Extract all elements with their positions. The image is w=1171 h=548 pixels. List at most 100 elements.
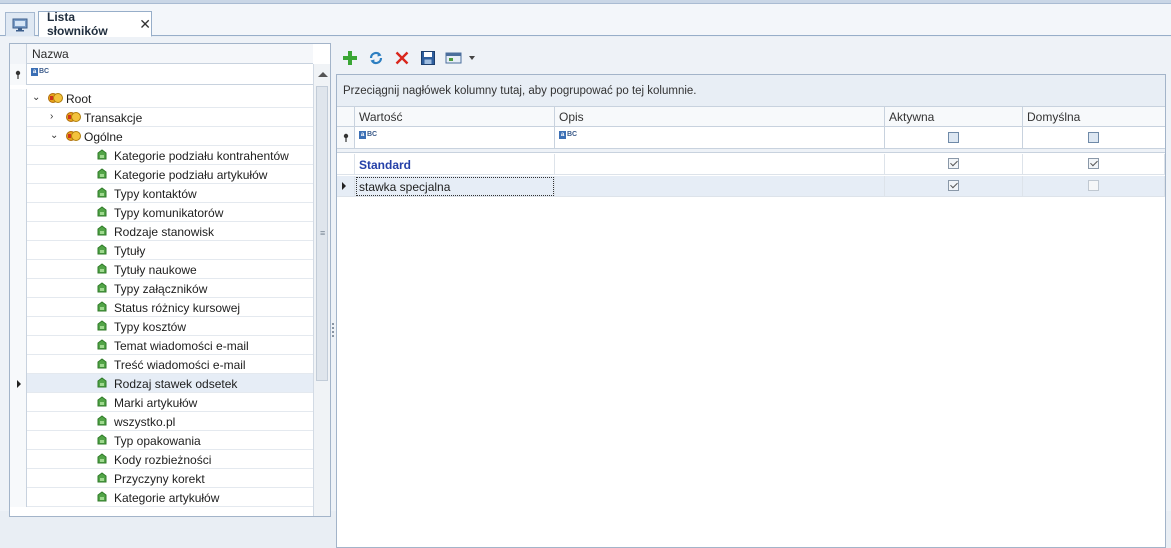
tree-item-label: Tytuły — [114, 244, 146, 258]
tree-item[interactable]: Kody rozbieżności — [10, 450, 313, 469]
tree-item[interactable]: Tytuły naukowe — [10, 260, 313, 279]
row-indicator — [10, 355, 27, 374]
tree-item-label: Rodzaje stanowisk — [114, 225, 215, 239]
table-row[interactable]: Standard — [337, 154, 1165, 175]
home-tab[interactable] — [5, 12, 35, 36]
grid-separator — [337, 149, 1165, 153]
refresh-button[interactable] — [367, 49, 385, 67]
tree-item[interactable]: › Transakcje — [10, 108, 313, 127]
filter-aktywna[interactable] — [885, 127, 1023, 148]
add-icon — [343, 51, 357, 65]
column-header-domyslna[interactable]: Domyślna — [1023, 107, 1165, 126]
tree-item[interactable]: Przyczyny korekt — [10, 469, 313, 488]
tree-item-label: Marki artykułów — [114, 396, 198, 410]
default-checkbox[interactable] — [1088, 158, 1099, 169]
dictionary-leaf-icon — [96, 187, 108, 202]
tree-item[interactable]: Rodzaj stawek odsetek — [10, 374, 313, 393]
tree-filter-row[interactable]: a BC — [10, 64, 313, 85]
cell-opis[interactable] — [555, 154, 885, 175]
chevron-down-icon[interactable]: ⌄ — [50, 130, 58, 141]
tree-item[interactable]: Typy komunikatorów — [10, 203, 313, 222]
tab-lista-slownikow[interactable]: Lista słowników ✕ — [38, 10, 152, 38]
tree-item[interactable]: Typ opakowania — [10, 431, 313, 450]
tree-item[interactable]: Typy załączników — [10, 279, 313, 298]
column-header-aktywna[interactable]: Aktywna — [885, 107, 1023, 126]
scroll-thumb[interactable]: ≡ — [316, 86, 328, 381]
cell-domyslna[interactable] — [1023, 176, 1165, 197]
tree-item[interactable]: ⌄ Ogólne — [10, 127, 313, 146]
save-button[interactable] — [419, 49, 437, 67]
text-filter-icon: a BC — [559, 131, 578, 139]
cell-aktywna[interactable] — [885, 154, 1023, 175]
dictionary-leaf-icon — [96, 415, 108, 430]
chevron-right-icon[interactable]: › — [50, 111, 53, 122]
tree-item[interactable]: Kategorie artykułów — [10, 488, 313, 507]
dictionary-tree-panel: Nazwa a BC ⌄ Root › Transakcje ⌄ Ogólne Kategor… — [9, 43, 331, 517]
filter-checkbox[interactable] — [948, 132, 959, 143]
dictionary-leaf-icon — [96, 453, 108, 468]
tree-item-label: Tytuły naukowe — [114, 263, 197, 277]
cell-domyslna[interactable] — [1023, 154, 1165, 175]
row-indicator — [10, 317, 27, 336]
tree-item[interactable]: ⌄ Root — [10, 89, 313, 108]
tree-item[interactable]: Marki artykułów — [10, 393, 313, 412]
view-options-button[interactable] — [445, 49, 479, 67]
grid-header-row: Wartość Opis Aktywna Domyślna — [337, 107, 1165, 127]
column-header-wartosc[interactable]: Wartość — [355, 107, 555, 126]
tree-item[interactable]: Treść wiadomości e-mail — [10, 355, 313, 374]
tree-item[interactable]: wszystko.pl — [10, 412, 313, 431]
add-button[interactable] — [341, 49, 359, 67]
refresh-icon — [369, 51, 383, 65]
row-indicator — [10, 469, 27, 488]
text-filter-icon: a BC — [31, 68, 50, 76]
tree-item-label: Kategorie podziału artykułów — [114, 168, 268, 182]
tree-scrollbar[interactable]: ≡ — [313, 64, 330, 516]
table-row[interactable]: stawka specjalna — [337, 176, 1165, 197]
column-label: Aktywna — [889, 110, 935, 124]
tree-item[interactable]: Rodzaje stanowisk — [10, 222, 313, 241]
tree-item[interactable]: Typy kosztów — [10, 317, 313, 336]
tree-item-label: Kategorie artykułów — [114, 491, 220, 505]
monitor-icon — [12, 18, 28, 31]
cell-wartosc[interactable]: stawka specjalna — [355, 176, 555, 197]
header-indicator — [337, 107, 355, 126]
tree-item[interactable]: Typy kontaktów — [10, 184, 313, 203]
dictionary-leaf-icon — [96, 225, 108, 240]
row-indicator — [10, 393, 27, 412]
filter-domyslna[interactable] — [1023, 127, 1165, 148]
filter-opis[interactable]: a BC — [555, 127, 885, 148]
tree-item[interactable]: Status różnicy kursowej — [10, 298, 313, 317]
tree-item-label: Kategorie podziału kontrahentów — [114, 149, 289, 163]
cell-aktywna[interactable] — [885, 176, 1023, 197]
scroll-up-icon[interactable] — [318, 72, 328, 77]
tree-column-header[interactable]: Nazwa — [10, 44, 313, 64]
close-icon[interactable]: ✕ — [139, 16, 151, 33]
work-area: Nazwa a BC ⌄ Root › Transakcje ⌄ Ogólne Kategor… — [0, 37, 1171, 548]
tree-item[interactable]: Temat wiadomości e-mail — [10, 336, 313, 355]
cell-opis[interactable] — [555, 176, 885, 197]
active-checkbox[interactable] — [948, 158, 959, 169]
tree-list: ⌄ Root › Transakcje ⌄ Ogólne Kategorie podział… — [10, 89, 313, 507]
dictionary-leaf-icon — [96, 206, 108, 221]
row-indicator — [10, 165, 27, 184]
active-checkbox[interactable] — [948, 180, 959, 191]
column-label: Wartość — [359, 110, 403, 124]
default-checkbox[interactable] — [1088, 180, 1099, 191]
row-indicator — [337, 154, 355, 175]
tree-item-label: Typ opakowania — [114, 434, 201, 448]
tree-item[interactable]: Kategorie podziału kontrahentów — [10, 146, 313, 165]
filter-wartosc[interactable]: a BC — [355, 127, 555, 148]
column-header-opis[interactable]: Opis — [555, 107, 885, 126]
chevron-down-icon[interactable]: ⌄ — [32, 92, 40, 103]
column-label: Domyślna — [1027, 110, 1081, 124]
row-indicator — [10, 279, 27, 298]
group-by-panel[interactable]: Przeciągnij nagłówek kolumny tutaj, aby … — [337, 75, 1165, 107]
delete-button[interactable] — [393, 49, 411, 67]
tree-item[interactable]: Tytuły — [10, 241, 313, 260]
tree-item-label: Treść wiadomości e-mail — [114, 358, 246, 372]
filter-checkbox[interactable] — [1088, 132, 1099, 143]
cell-wartosc[interactable]: Standard — [355, 154, 555, 175]
tree-item-label: wszystko.pl — [114, 415, 176, 429]
tree-item[interactable]: Kategorie podziału artykułów — [10, 165, 313, 184]
row-indicator — [10, 108, 27, 127]
